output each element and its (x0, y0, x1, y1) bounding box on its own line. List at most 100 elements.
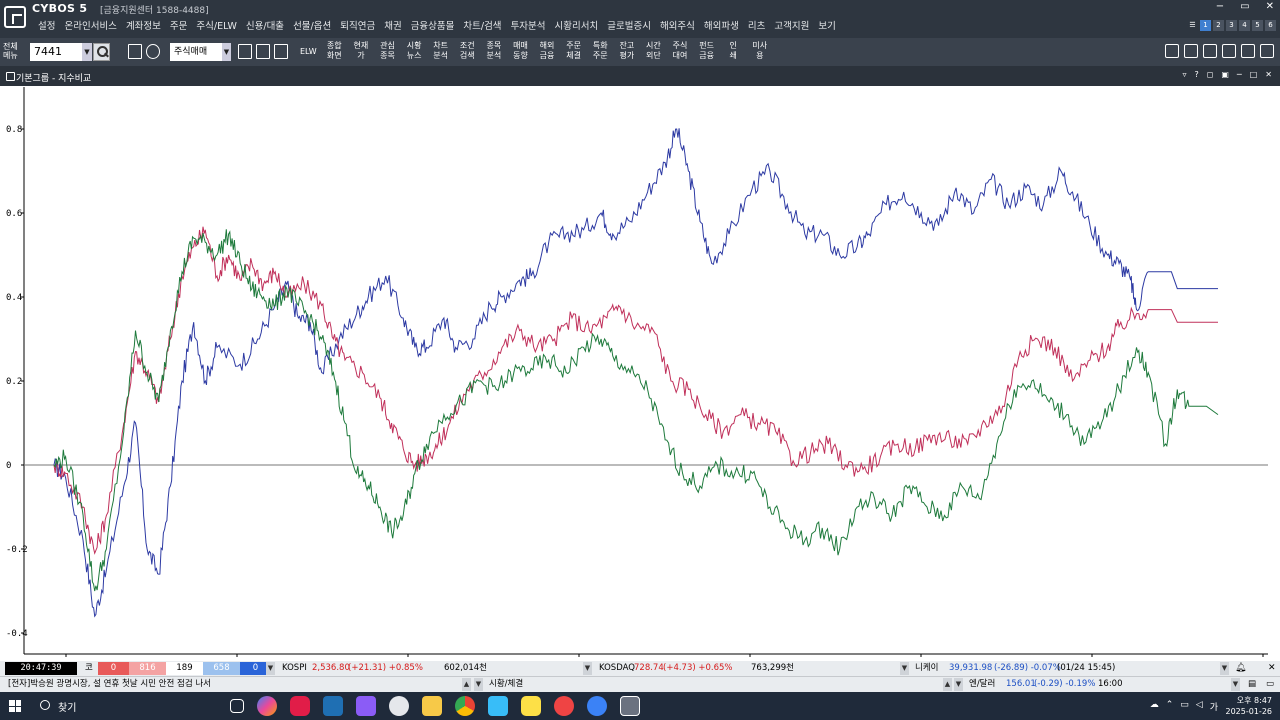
menu-item[interactable]: 고객지원 (774, 18, 809, 32)
quote-dropdown[interactable]: ▲ (943, 678, 952, 691)
app-icon[interactable] (554, 696, 574, 716)
quote-label[interactable]: 시황/체결 (489, 678, 523, 691)
page-button[interactable]: 1 (1200, 20, 1211, 31)
toolbar-button[interactable]: 종합 화면 (321, 41, 348, 63)
file-explorer-icon[interactable] (422, 696, 442, 716)
news-ticker[interactable]: [전자]박승원 광명시장, 설 연휴 첫날 시민 안전 점검 나서 (8, 678, 211, 691)
app-icon[interactable] (323, 696, 343, 716)
nikkei-dropdown[interactable]: ▼ (1220, 662, 1229, 675)
page-button[interactable]: 4 (1239, 20, 1250, 31)
task-view-icon[interactable] (230, 699, 244, 713)
page-button[interactable]: 2 (1213, 20, 1224, 31)
home-icon[interactable] (1184, 44, 1198, 58)
link-icon[interactable]: ◻ (1207, 70, 1214, 79)
list-icon[interactable]: ☰ (1187, 20, 1198, 31)
window-list-icon[interactable]: ▭ (1266, 678, 1274, 691)
toolbar-button[interactable]: 매매 동향 (507, 41, 534, 63)
menu-item[interactable]: 온라인서비스 (64, 18, 116, 32)
kakaotalk-icon[interactable] (521, 696, 541, 716)
toolbar-button[interactable]: 해외 금융 (534, 41, 561, 63)
menu-item[interactable]: 해외파생 (704, 18, 739, 32)
toolbar-button[interactable]: 주식 대여 (667, 41, 694, 63)
menu-item[interactable]: 주식/ELW (196, 18, 237, 32)
sub-maximize-button[interactable]: □ (1250, 70, 1258, 79)
app-icon[interactable] (587, 696, 607, 716)
new-window-icon[interactable] (128, 44, 142, 59)
news-dropdown[interactable]: ▲ (462, 678, 471, 691)
menu-item[interactable]: 채권 (384, 18, 401, 32)
menu-item[interactable]: 계좌정보 (126, 18, 161, 32)
camera-icon[interactable] (238, 44, 252, 59)
menu-item[interactable]: 리츠 (748, 18, 765, 32)
volume-icon[interactable]: ◁ (1196, 700, 1203, 713)
code-dropdown[interactable]: ▼ (82, 43, 92, 61)
app-icon[interactable] (389, 696, 409, 716)
sound-icon[interactable] (1165, 44, 1179, 58)
market-dropdown[interactable]: ▼ (266, 662, 275, 675)
refresh-icon[interactable] (1260, 44, 1274, 58)
layout-icon[interactable]: ▤ (1248, 678, 1256, 691)
news-dropdown-2[interactable]: ▼ (474, 678, 483, 691)
tools-icon[interactable] (146, 44, 160, 59)
kospi-dropdown[interactable]: ▼ (583, 662, 592, 675)
toolbar-button[interactable]: 조건 검색 (454, 41, 481, 63)
menu-item[interactable]: 선물/옵션 (293, 18, 331, 32)
chevron-up-icon[interactable]: ⌃ (1166, 700, 1174, 713)
taskbar-search[interactable]: 찾기 (58, 699, 76, 714)
toolbar-button[interactable]: 특화 주문 (587, 41, 614, 63)
sub-close-button[interactable]: ✕ (1265, 70, 1272, 79)
menu-item[interactable]: 설정 (38, 18, 55, 32)
page-button[interactable]: 6 (1265, 20, 1276, 31)
toolbar-button[interactable]: 현재 가 (348, 41, 375, 63)
trade-mode-dropdown[interactable]: ▼ (222, 43, 231, 61)
menu-item[interactable]: 주문 (170, 18, 187, 32)
windows-start-icon[interactable] (9, 700, 21, 712)
search-icon[interactable] (40, 700, 50, 710)
toolbar-button[interactable]: 종목 분석 (481, 41, 508, 63)
index-comparison-chart[interactable]: 0.8 0.6 0.4 0.2 0 -0.2 -0.4 (0, 87, 1280, 661)
minimize-button[interactable]: − (1216, 1, 1224, 12)
help-icon[interactable]: ? (1194, 70, 1198, 79)
search-icon[interactable] (93, 43, 110, 61)
chrome-icon[interactable] (455, 696, 475, 716)
trade-mode-select[interactable]: 주식매매 (170, 43, 222, 61)
kosdaq-dropdown[interactable]: ▼ (900, 662, 909, 675)
menu-item[interactable]: 시황리서치 (555, 18, 599, 32)
menu-item[interactable]: 퇴직연금 (340, 18, 375, 32)
cybos-taskbar-icon[interactable] (620, 696, 640, 716)
monitor-icon[interactable] (274, 44, 288, 59)
app-icon[interactable] (488, 696, 508, 716)
close-button[interactable]: ✕ (1266, 1, 1274, 12)
menu-item[interactable]: 해외주식 (660, 18, 695, 32)
fx-dropdown[interactable]: ▼ (1231, 678, 1240, 691)
screenshot-icon[interactable] (1222, 44, 1236, 58)
toolbar-button[interactable]: 시황 뉴스 (401, 41, 428, 63)
copilot-icon[interactable] (257, 696, 277, 716)
page-button[interactable]: 5 (1252, 20, 1263, 31)
export-icon[interactable] (256, 44, 270, 59)
menu-item[interactable]: 보기 (818, 18, 835, 32)
menu-item[interactable]: 글로벌증시 (607, 18, 651, 32)
menu-item[interactable]: 투자분석 (511, 18, 546, 32)
stock-code-input[interactable]: 7441 (30, 43, 82, 61)
page-button[interactable]: 3 (1226, 20, 1237, 31)
toolbar-button[interactable]: 미사 용 (747, 41, 774, 63)
alarm-icon[interactable]: 🔔︎ (1235, 662, 1246, 675)
toolbar-button[interactable]: 시간 외단 (640, 41, 667, 63)
maximize-button[interactable]: ▭ (1240, 1, 1249, 12)
ime-indicator[interactable]: 가 (1210, 700, 1218, 713)
cloud-icon[interactable]: ☁ (1150, 700, 1159, 713)
grid-icon[interactable] (1241, 44, 1255, 58)
sub-minimize-button[interactable]: ─ (1237, 70, 1242, 79)
clock-tray[interactable]: 오후 8:47 2025-01-26 (1226, 695, 1273, 717)
network-icon[interactable]: ▭ (1180, 700, 1189, 713)
window-icon[interactable] (1203, 44, 1217, 58)
toolbar-button[interactable]: 잔고 평가 (614, 41, 641, 63)
toolbar-button[interactable]: 펀드 금융 (693, 41, 720, 63)
settings-icon[interactable]: ▣ (1221, 70, 1229, 79)
toolbar-button[interactable]: 차트 분석 (427, 41, 454, 63)
quote-dropdown-2[interactable]: ▼ (954, 678, 963, 691)
menu-item[interactable]: 차트/검색 (463, 18, 501, 32)
toolbar-button[interactable]: 주문 체결 (560, 41, 587, 63)
menu-item[interactable]: 금융상품몰 (411, 18, 455, 32)
